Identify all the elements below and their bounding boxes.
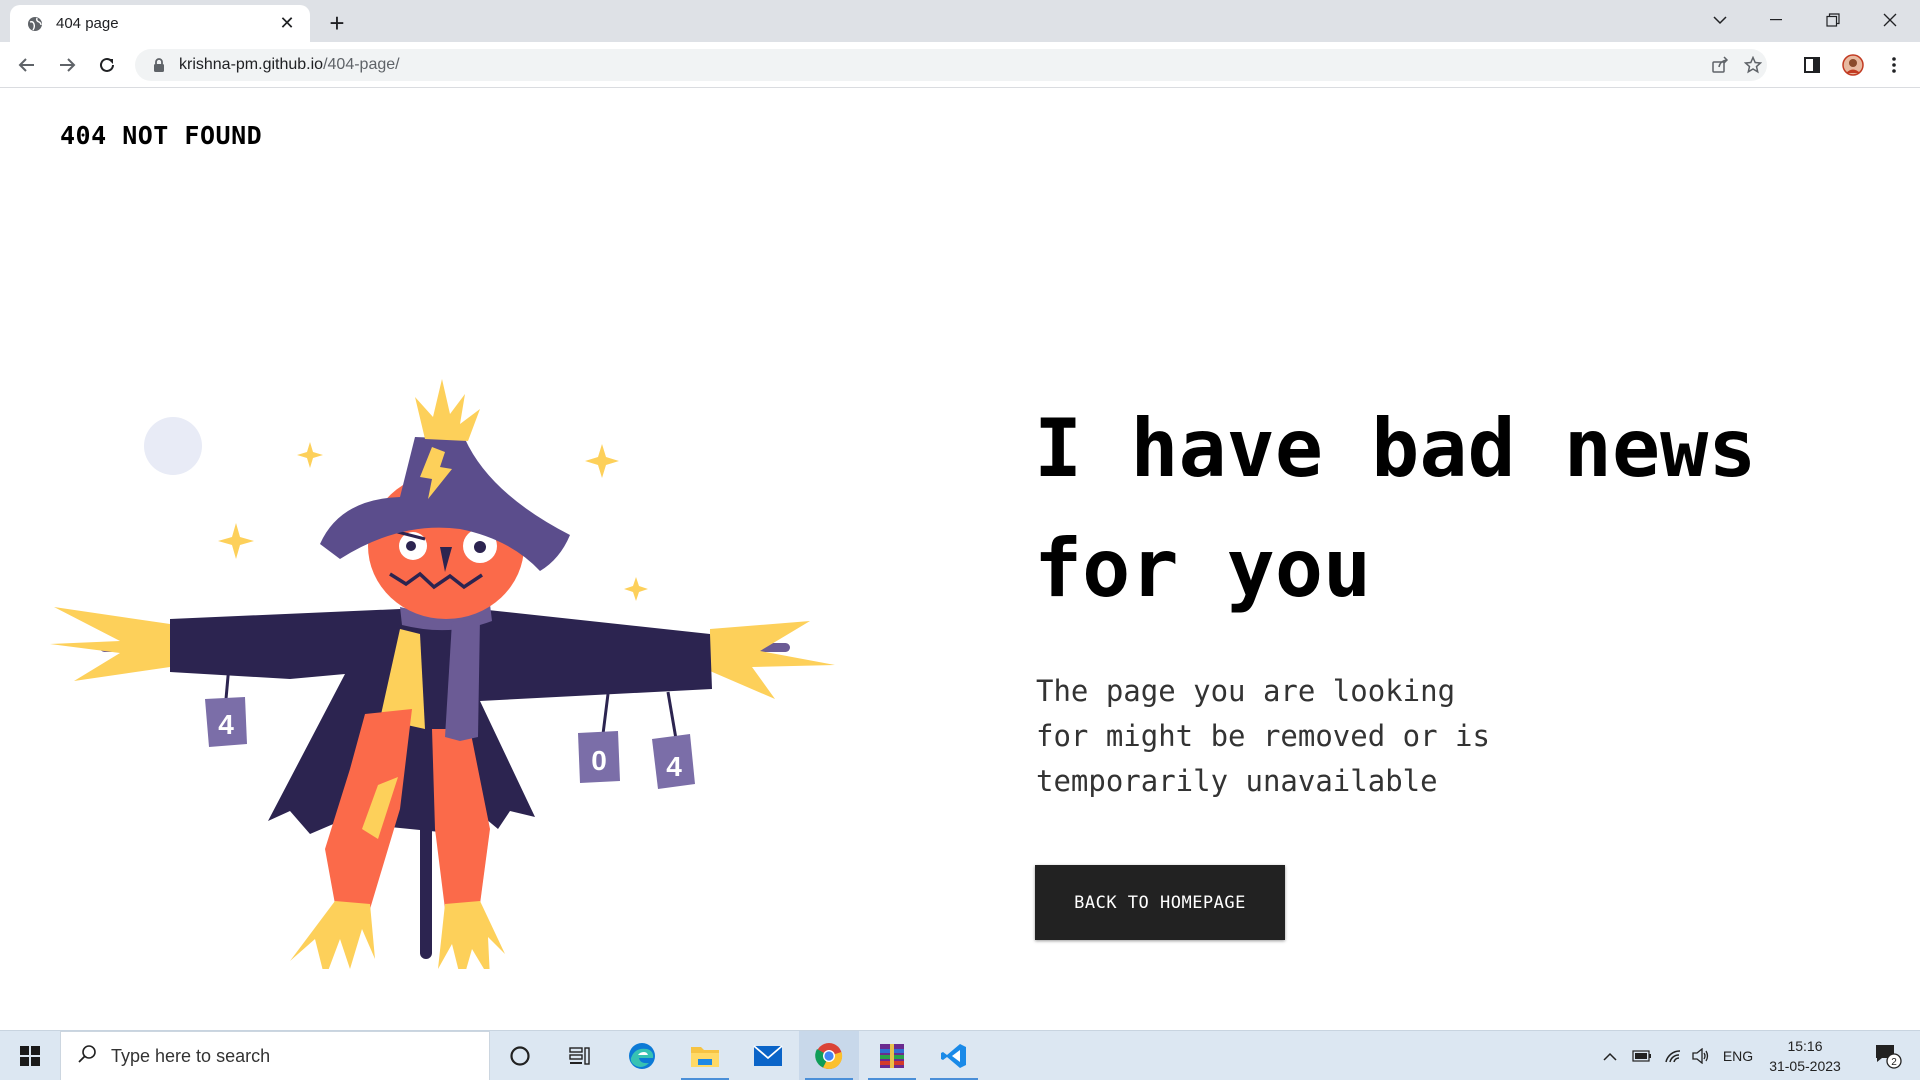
mail-icon[interactable] bbox=[738, 1031, 798, 1080]
headline-line-1: I have bad news bbox=[1034, 402, 1757, 495]
tab-title: 404 page bbox=[56, 15, 119, 32]
cortana-icon[interactable] bbox=[490, 1031, 550, 1080]
winrar-icon[interactable] bbox=[862, 1031, 922, 1080]
taskview-icon[interactable] bbox=[550, 1031, 610, 1080]
browser-toolbar: krishna-pm.github.io/404-page/ bbox=[0, 42, 1920, 88]
browser-tab[interactable]: 404 page ✕ bbox=[10, 5, 310, 42]
sidepanel-icon[interactable] bbox=[1797, 50, 1827, 80]
description-line-1: The page you are looking bbox=[1036, 674, 1456, 708]
system-clock[interactable]: 15:16 31-05-2023 bbox=[1760, 1036, 1850, 1076]
clock-date: 31-05-2023 bbox=[1769, 1058, 1841, 1074]
windows-icon[interactable] bbox=[0, 1031, 60, 1080]
close-icon[interactable]: ✕ bbox=[276, 13, 298, 35]
reload-icon[interactable] bbox=[92, 50, 122, 80]
headline-line-2: for you bbox=[1034, 522, 1372, 615]
chevron-down-icon[interactable] bbox=[1692, 0, 1748, 40]
taskbar-search[interactable]: Type here to search bbox=[60, 1031, 490, 1080]
moon-shape bbox=[144, 417, 202, 475]
description-line-3: temporarily unavailable bbox=[1036, 764, 1438, 798]
address-bar[interactable]: krishna-pm.github.io/404-page/ bbox=[135, 49, 1767, 81]
can-label-1: 4 bbox=[218, 709, 234, 740]
minimize-button[interactable] bbox=[1748, 0, 1804, 40]
description: The page you are looking for might be re… bbox=[1036, 669, 1556, 804]
vscode-icon[interactable] bbox=[924, 1031, 984, 1080]
chrome-icon[interactable] bbox=[799, 1031, 859, 1080]
restore-button[interactable] bbox=[1805, 0, 1861, 40]
browser-tab-bar: 404 page ✕ + bbox=[0, 0, 1920, 42]
page-brand: 404 NOT FOUND bbox=[60, 121, 263, 150]
language-indicator[interactable]: ENG bbox=[1720, 1031, 1756, 1080]
profile-icon[interactable] bbox=[1838, 50, 1868, 80]
can-label-3: 4 bbox=[666, 751, 682, 782]
wifi-icon[interactable] bbox=[1660, 1031, 1686, 1080]
close-window-button[interactable] bbox=[1862, 0, 1918, 40]
edge-icon[interactable] bbox=[612, 1031, 672, 1080]
back-to-homepage-button[interactable]: BACK TO HOMEPAGE bbox=[1035, 865, 1285, 940]
explorer-icon[interactable] bbox=[675, 1031, 735, 1080]
description-line-2: for might be removed or is bbox=[1036, 719, 1490, 753]
can-label-2: 0 bbox=[591, 745, 607, 776]
clock-time: 15:16 bbox=[1787, 1038, 1823, 1054]
headline: I have bad news for you bbox=[1034, 389, 1894, 629]
search-placeholder: Type here to search bbox=[111, 1045, 271, 1066]
notification-count: 2 bbox=[1891, 1057, 1897, 1068]
url-text[interactable]: krishna-pm.github.io/404-page/ bbox=[179, 56, 400, 74]
lock-icon[interactable] bbox=[151, 57, 167, 73]
page-viewport: 404 NOT FOUND 4 0 4 I have bad news for … bbox=[0, 89, 1920, 1030]
forward-icon[interactable] bbox=[52, 50, 82, 80]
back-icon[interactable] bbox=[12, 50, 42, 80]
volume-icon[interactable] bbox=[1688, 1031, 1714, 1080]
star-icon[interactable] bbox=[1738, 49, 1768, 81]
search-icon bbox=[77, 1044, 97, 1069]
scarecrow-illustration: 4 0 4 bbox=[50, 379, 835, 969]
globe-icon bbox=[26, 15, 44, 33]
menu-icon[interactable] bbox=[1879, 50, 1909, 80]
windows-taskbar: Type here to search ENG 15:16 31-05-2023 bbox=[0, 1030, 1920, 1080]
plus-icon[interactable]: + bbox=[322, 8, 352, 38]
battery-icon[interactable] bbox=[1628, 1031, 1656, 1080]
chevron-up-icon[interactable] bbox=[1598, 1031, 1622, 1080]
notification-icon[interactable]: 2 bbox=[1868, 1031, 1908, 1080]
share-icon[interactable] bbox=[1705, 49, 1735, 81]
